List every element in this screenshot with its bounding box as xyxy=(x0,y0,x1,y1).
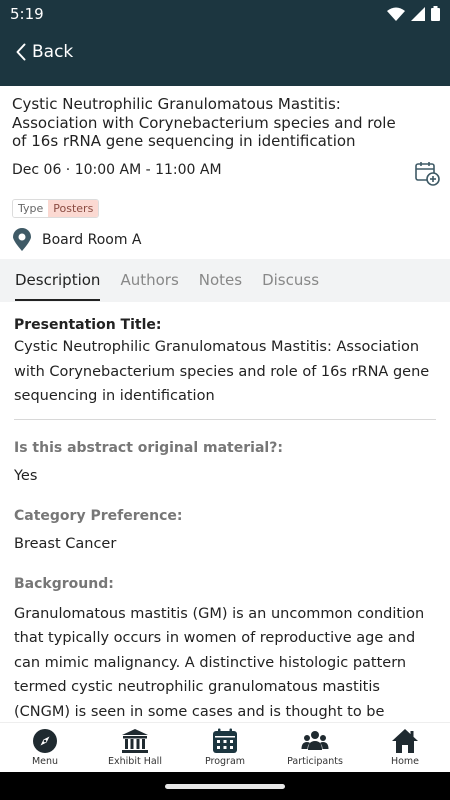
bottom-nav: Menu Exhibit Hall Program Participants H… xyxy=(0,722,450,772)
chevron-left-icon xyxy=(16,43,26,61)
home-gesture-handle[interactable] xyxy=(165,784,285,789)
cellular-signal-icon xyxy=(411,6,425,21)
tab-authors[interactable]: Authors xyxy=(110,259,188,302)
presentation-title-label: Presentation Title: xyxy=(14,317,162,333)
status-time: 5:19 xyxy=(10,5,44,23)
presentation-title-text: Cystic Neutrophilic Granulomatous Mastit… xyxy=(14,339,430,404)
type-tag-value: Posters xyxy=(48,200,99,217)
back-button[interactable]: Back xyxy=(16,42,73,62)
status-bar: 5:19 xyxy=(0,0,450,28)
divider xyxy=(14,418,436,420)
background-text: Granulomatous mastitis (GM) is an uncomm… xyxy=(14,605,425,720)
session-title: Cystic Neutrophilic Granulomatous Mastit… xyxy=(12,95,396,150)
status-icons xyxy=(387,6,440,21)
location[interactable]: Board Room A xyxy=(12,228,142,252)
back-label: Back xyxy=(32,42,74,62)
map-pin-icon xyxy=(13,228,31,251)
tab-discuss[interactable]: Discuss xyxy=(252,259,329,302)
nav-menu[interactable]: Menu xyxy=(0,723,90,772)
battery-icon xyxy=(431,6,440,21)
nav-program[interactable]: Program xyxy=(180,723,270,772)
people-icon xyxy=(301,731,329,750)
compass-icon xyxy=(33,729,57,753)
nav-home-label: Home xyxy=(390,756,420,767)
calendar-icon xyxy=(213,728,237,753)
location-label: Board Room A xyxy=(42,232,142,248)
nav-program-label: Program xyxy=(204,756,246,767)
original-material-value: Yes xyxy=(14,467,38,484)
nav-home[interactable]: Home xyxy=(360,723,450,772)
category-preference-label: Category Preference: xyxy=(14,507,183,524)
type-tag-key: Type xyxy=(13,200,49,217)
app-bar: Back xyxy=(0,28,450,86)
session-datetime: Dec 06 · 10:00 AM - 11:00 AM xyxy=(12,162,222,178)
tab-bar: Description Authors Notes Discuss xyxy=(0,259,450,302)
add-to-calendar-button[interactable] xyxy=(414,160,440,190)
category-preference-value: Breast Cancer xyxy=(14,535,117,552)
nav-menu-label: Menu xyxy=(31,756,59,767)
system-navigation-bar xyxy=(0,772,450,800)
nav-exhibit-hall[interactable]: Exhibit Hall xyxy=(90,723,180,772)
wifi-icon xyxy=(387,7,405,21)
type-tag: Type Posters xyxy=(12,199,100,218)
tab-notes[interactable]: Notes xyxy=(189,259,252,302)
home-icon xyxy=(392,729,418,753)
nav-participants[interactable]: Participants xyxy=(270,723,360,772)
tab-description[interactable]: Description xyxy=(5,259,110,302)
building-icon xyxy=(122,729,148,753)
calendar-add-icon xyxy=(415,162,440,186)
nav-participants-label: Participants xyxy=(287,756,343,767)
nav-exhibit-hall-label: Exhibit Hall xyxy=(108,756,162,767)
description-content[interactable]: Presentation Title: Cystic Neutrophilic … xyxy=(14,310,436,722)
original-material-label: Is this abstract original material?: xyxy=(14,439,283,456)
background-label: Background: xyxy=(14,575,114,592)
